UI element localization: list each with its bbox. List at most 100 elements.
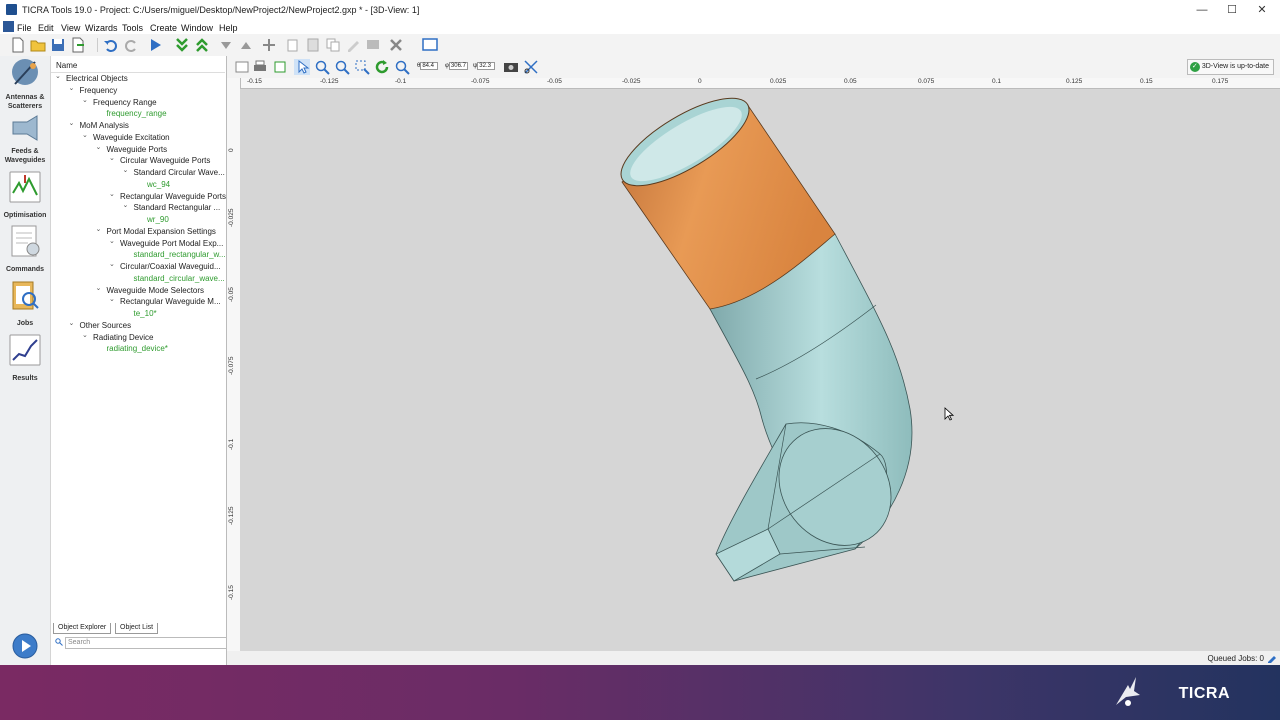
expand-chevron-icon[interactable]: ⌄ (109, 154, 115, 162)
tree-folder[interactable]: Frequency Range (93, 98, 157, 107)
tab-object-list[interactable]: Object List (115, 623, 159, 634)
phi-value[interactable]: 306.7 (448, 62, 468, 70)
menu-create[interactable]: Create (150, 23, 177, 33)
phi-readout[interactable]: φ 306.7 (445, 62, 468, 70)
tree-folder[interactable]: Port Modal Expansion Settings (107, 227, 216, 236)
select-pointer-icon[interactable] (294, 59, 310, 75)
export-icon[interactable] (70, 37, 86, 53)
minimize-button[interactable]: — (1187, 0, 1217, 20)
maximize-button[interactable]: ☐ (1217, 0, 1247, 20)
nav-optimisation[interactable]: Optimisation (0, 171, 50, 220)
tree-folder[interactable]: Waveguide Mode Selectors (107, 286, 205, 295)
tree-folder[interactable]: Waveguide Excitation (93, 133, 170, 142)
view-window-icon[interactable] (422, 37, 438, 53)
edit-icon[interactable] (345, 37, 361, 53)
psi-readout[interactable]: ψ 32.3 (473, 62, 496, 70)
print-icon[interactable] (252, 59, 268, 75)
tree-leaf-object[interactable]: standard_rectangular_w... (134, 250, 226, 259)
expand-chevron-icon[interactable]: ⌄ (96, 143, 102, 151)
arrow-down-icon[interactable] (218, 37, 234, 53)
tree-folder[interactable]: Electrical Objects (66, 74, 128, 83)
nav-results[interactable]: Results (0, 334, 50, 383)
cut-plane-icon[interactable] (523, 59, 539, 75)
move-down-icon[interactable] (174, 37, 190, 53)
arrow-up-icon[interactable] (238, 37, 254, 53)
menu-help[interactable]: Help (219, 23, 238, 33)
zoom-fit-icon[interactable] (394, 59, 410, 75)
play-icon[interactable] (12, 633, 38, 659)
run-icon[interactable] (147, 37, 163, 53)
expand-chevron-icon[interactable]: ⌄ (55, 72, 61, 80)
expand-chevron-icon[interactable]: ⌄ (109, 260, 115, 268)
expand-chevron-icon[interactable]: ⌄ (109, 190, 115, 198)
export-image-icon[interactable] (234, 59, 250, 75)
menu-wizards[interactable]: Wizards (85, 23, 118, 33)
zoom-out-icon[interactable] (334, 59, 350, 75)
duplicate-icon[interactable] (325, 37, 341, 53)
camera-icon[interactable] (503, 59, 519, 75)
move-up-icon[interactable] (194, 37, 210, 53)
expand-chevron-icon[interactable]: ⌄ (69, 119, 75, 127)
expand-chevron-icon[interactable]: ⌄ (123, 201, 129, 209)
column-header-name[interactable]: Name (56, 61, 77, 70)
search-input[interactable]: Search (65, 637, 227, 649)
tree-leaf-object[interactable]: radiating_device* (107, 344, 168, 353)
expand-chevron-icon[interactable]: ⌄ (96, 225, 102, 233)
tree-leaf-object[interactable]: wr_90 (147, 215, 169, 224)
3d-viewport[interactable] (240, 89, 1280, 651)
new-file-icon[interactable] (10, 37, 26, 53)
copy-icon[interactable] (285, 37, 301, 53)
expand-chevron-icon[interactable]: ⌄ (69, 84, 75, 92)
theta-readout[interactable]: θ 84.4 (417, 62, 439, 70)
menu-edit[interactable]: Edit (38, 23, 54, 33)
mdi-window-icon[interactable] (3, 21, 14, 32)
zoom-in-icon[interactable] (314, 59, 330, 75)
add-icon[interactable] (261, 37, 277, 53)
expand-chevron-icon[interactable]: ⌄ (123, 166, 129, 174)
tree-folder[interactable]: Waveguide Port Modal Exp... (120, 239, 223, 248)
expand-chevron-icon[interactable]: ⌄ (69, 319, 75, 327)
tree-folder[interactable]: Circular Waveguide Ports (120, 156, 210, 165)
tree-folder[interactable]: Radiating Device (93, 333, 153, 342)
menu-file[interactable]: File (17, 23, 32, 33)
nav-antennas-scatterers[interactable]: Antennas & Scatterers (0, 58, 50, 111)
expand-chevron-icon[interactable]: ⌄ (109, 237, 115, 245)
expand-chevron-icon[interactable]: ⌄ (96, 284, 102, 292)
menu-tools[interactable]: Tools (122, 23, 143, 33)
tree-leaf-object[interactable]: frequency_range (107, 109, 167, 118)
undo-icon[interactable] (103, 37, 119, 53)
theta-value[interactable]: 84.4 (420, 62, 439, 70)
zoom-box-icon[interactable] (354, 59, 370, 75)
menu-view[interactable]: View (61, 23, 80, 33)
nav-commands[interactable]: Commands (0, 225, 50, 274)
refresh-icon[interactable] (374, 59, 390, 75)
copy-image-icon[interactable] (272, 59, 288, 75)
tree-folder[interactable]: Rectangular Waveguide Ports (120, 192, 226, 201)
psi-value[interactable]: 32.3 (477, 62, 496, 70)
delete-icon[interactable] (388, 37, 404, 53)
tree-leaf-object[interactable]: wc_94 (147, 180, 170, 189)
open-folder-icon[interactable] (30, 37, 46, 53)
save-icon[interactable] (50, 37, 66, 53)
tree-folder[interactable]: Standard Circular Wave... (134, 168, 225, 177)
tree-folder[interactable]: Frequency (80, 86, 118, 95)
tree-folder[interactable]: Rectangular Waveguide M... (120, 297, 221, 306)
close-button[interactable]: ✕ (1247, 0, 1277, 20)
tree-folder[interactable]: Circular/Coaxial Waveguid... (120, 262, 221, 271)
tree-folder[interactable]: Standard Rectangular ... (134, 203, 221, 212)
tree-leaf-object[interactable]: te_10* (134, 309, 157, 318)
expand-chevron-icon[interactable]: ⌄ (82, 331, 88, 339)
paste-icon[interactable] (305, 37, 321, 53)
expand-chevron-icon[interactable]: ⌄ (82, 131, 88, 139)
jobs-edit-icon[interactable] (1267, 653, 1277, 663)
nav-feeds-waveguides[interactable]: Feeds & Waveguides (0, 112, 50, 165)
expand-chevron-icon[interactable]: ⌄ (82, 96, 88, 104)
tab-object-explorer[interactable]: Object Explorer (53, 623, 112, 634)
redo-icon[interactable] (123, 37, 139, 53)
menu-window[interactable]: Window (181, 23, 213, 33)
comment-icon[interactable] (365, 37, 381, 53)
tree-leaf-object[interactable]: standard_circular_wave... (134, 274, 225, 283)
tree-folder[interactable]: Other Sources (80, 321, 132, 330)
tree-folder[interactable]: Waveguide Ports (107, 145, 168, 154)
nav-jobs[interactable]: Jobs (0, 279, 50, 328)
